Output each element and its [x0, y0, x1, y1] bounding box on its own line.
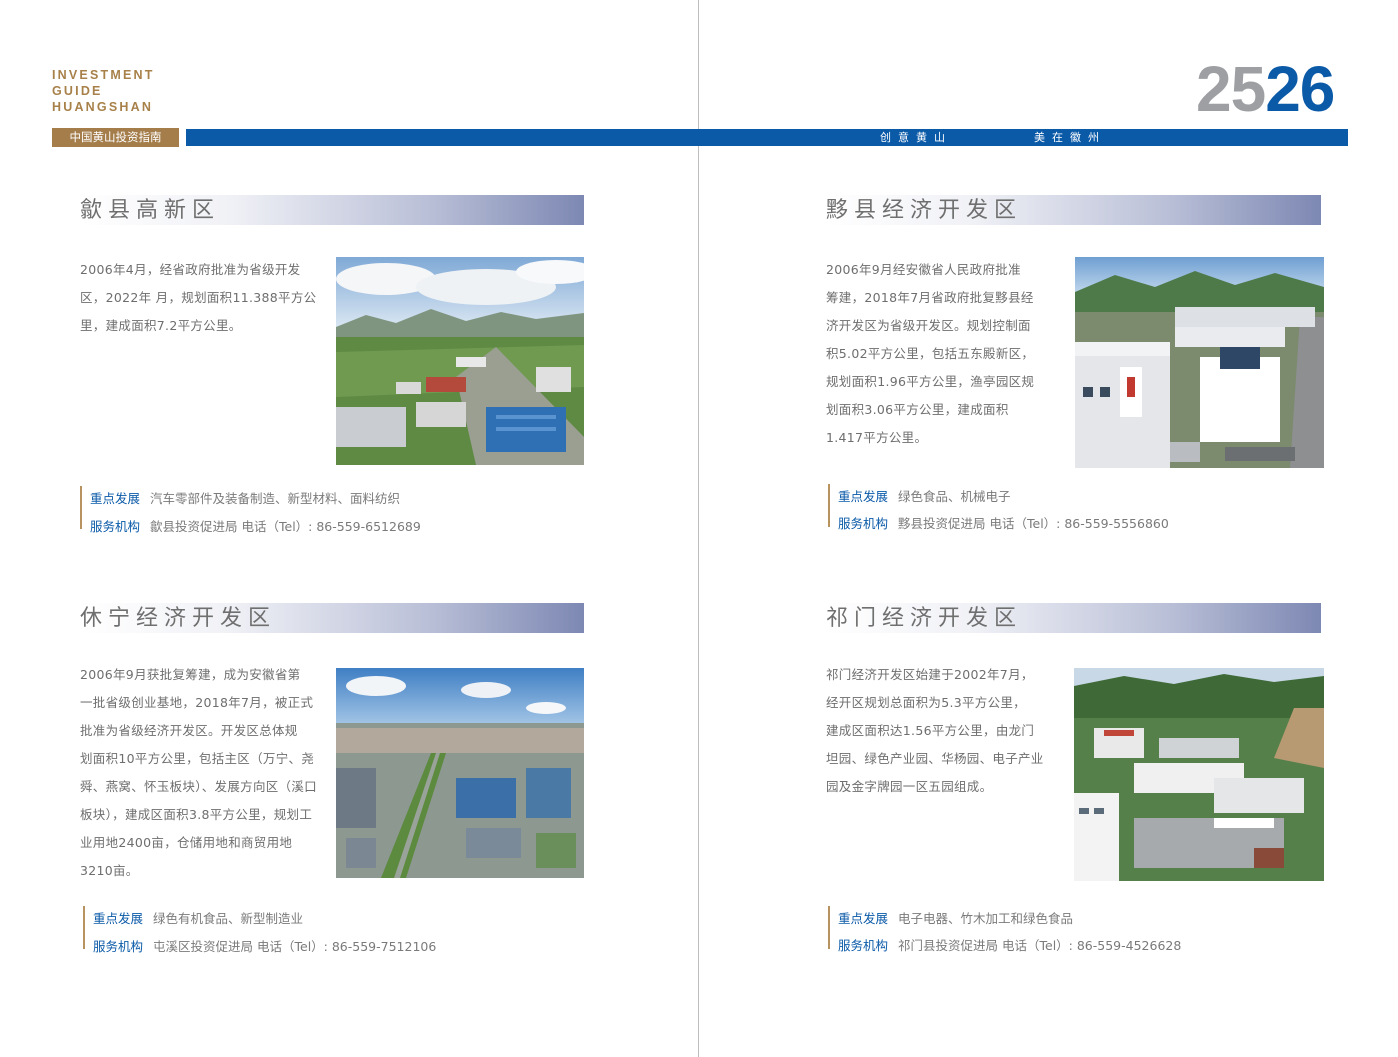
- focus-value: 绿色食品、机械电子: [898, 489, 1011, 504]
- desc-line: 划面积10平方公里，包括主区（万宁、尧: [80, 751, 315, 766]
- section-title-qimen: 祁门经济开发区: [826, 606, 1023, 631]
- desc-line: 一批省级创业基地，2018年7月，被正式: [80, 695, 314, 710]
- desc-line: 经开区规划总面积为5.3平方公里，: [826, 695, 1026, 710]
- service-label: 服务机构: [838, 516, 889, 531]
- focus-label: 重点发展: [93, 911, 144, 926]
- aerial-photo-xiuning-image: [336, 668, 584, 878]
- aerial-photo-shexian: [336, 257, 584, 465]
- section-title-shexian: 歙县高新区: [80, 198, 221, 223]
- section-title-yixian: 黟县经济开发区: [826, 198, 1023, 223]
- focus-label: 重点发展: [90, 491, 141, 506]
- desc-line: 2006年9月获批复筹建，成为安徽省第: [80, 667, 301, 682]
- focus-value: 绿色有机食品、新型制造业: [153, 911, 304, 926]
- focus-value: 电子电器、竹木加工和绿色食品: [898, 911, 1074, 926]
- page-numbers: 2526: [1196, 52, 1335, 126]
- brand-line-investment: INVESTMENT: [52, 68, 155, 82]
- aerial-photo-qimen-image: [1074, 668, 1324, 881]
- section-desc-shexian: 2006年4月，经省政府批准为省级开发 区，2022年 月，规划面积11.388…: [80, 256, 316, 340]
- desc-line: 划面积3.06平方公里，建成面积: [826, 402, 1009, 417]
- service-row-qimen: 服务机构 祁门县投资促进局 电话（Tel）: 86-559-4526628: [828, 932, 1181, 959]
- info-block-qimen: 重点发展 电子电器、竹木加工和绿色食品 服务机构 祁门县投资促进局 电话（Tel）:…: [828, 905, 1181, 959]
- focus-row-xiuning: 重点发展 绿色有机食品、新型制造业: [83, 905, 436, 933]
- desc-line: 区，2022年 月，规划面积11.388平方公: [80, 290, 317, 305]
- aerial-photo-qimen: [1074, 668, 1324, 881]
- service-row-shexian: 服务机构 歙县投资促进局 电话（Tel）: 86-559-6512689: [80, 513, 421, 541]
- brand-logo-text: INVESTMENT GUIDE HUANGSHAN: [52, 67, 155, 115]
- focus-label: 重点发展: [838, 489, 889, 504]
- focus-row-shexian: 重点发展 汽车零部件及装备制造、新型材料、面料纺织: [80, 485, 421, 513]
- header-bar: [186, 129, 1348, 146]
- section-desc-qimen: 祁门经济开发区始建于2002年7月， 经开区规划总面积为5.3平方公里， 建成区…: [826, 661, 1044, 801]
- desc-line: 1.417平方公里。: [826, 430, 928, 445]
- desc-line: 筹建，2018年7月省政府批复黟县经: [826, 290, 1034, 305]
- service-value: 黟县投资促进局 电话（Tel）: 86-559-5556860: [898, 516, 1169, 531]
- info-block-shexian: 重点发展 汽车零部件及装备制造、新型材料、面料纺织 服务机构 歙县投资促进局 电话（…: [80, 485, 421, 541]
- service-value: 祁门县投资促进局 电话（Tel）: 86-559-4526628: [898, 938, 1182, 953]
- desc-line: 3210亩。: [80, 863, 139, 878]
- service-row-yixian: 服务机构 黟县投资促进局 电话（Tel）: 86-559-5556860: [828, 510, 1169, 537]
- desc-line: 2006年9月经安徽省人民政府批准: [826, 262, 1021, 277]
- aerial-photo-xiuning: [336, 668, 584, 878]
- info-block-yixian: 重点发展 绿色食品、机械电子 服务机构 黟县投资促进局 电话（Tel）: 86-55…: [828, 483, 1169, 537]
- desc-line: 坦园、绿色产业园、华杨园、电子产业: [826, 751, 1044, 766]
- service-label: 服务机构: [838, 938, 889, 953]
- section-title-xiuning: 休宁经济开发区: [80, 606, 277, 631]
- section-desc-yixian: 2006年9月经安徽省人民政府批准 筹建，2018年7月省政府批复黟县经 济开发…: [826, 256, 1034, 452]
- desc-line: 建成区面积达1.56平方公里，由龙门: [826, 723, 1035, 738]
- info-block-xiuning: 重点发展 绿色有机食品、新型制造业 服务机构 屯溪区投资促进局 电话（Tel）: 8…: [83, 905, 436, 961]
- focus-row-qimen: 重点发展 电子电器、竹木加工和绿色食品: [828, 905, 1181, 932]
- desc-line: 园及金字牌园一区五园组成。: [826, 779, 993, 794]
- service-value: 歙县投资促进局 电话（Tel）: 86-559-6512689: [150, 519, 421, 534]
- aerial-photo-yixian-image: [1075, 257, 1324, 468]
- brand-line-guide: GUIDE: [52, 84, 103, 98]
- service-value: 屯溪区投资促进局 电话（Tel）: 86-559-7512106: [153, 939, 437, 954]
- service-label: 服务机构: [90, 519, 141, 534]
- service-row-xiuning: 服务机构 屯溪区投资促进局 电话（Tel）: 86-559-7512106: [83, 933, 436, 961]
- desc-line: 济开发区为省级开发区。规划控制面: [826, 318, 1031, 333]
- slogan-creative: 创意黄山: [880, 131, 952, 144]
- guide-label: 中国黄山投资指南: [52, 128, 179, 147]
- section-desc-xiuning: 2006年9月获批复筹建，成为安徽省第 一批省级创业基地，2018年7月，被正式…: [80, 661, 317, 885]
- focus-row-yixian: 重点发展 绿色食品、机械电子: [828, 483, 1169, 510]
- focus-value: 汽车零部件及装备制造、新型材料、面料纺织: [150, 491, 401, 506]
- focus-label: 重点发展: [838, 911, 889, 926]
- page-number-right: 26: [1265, 53, 1335, 125]
- desc-line: 批准为省级经济开发区。开发区总体规: [80, 723, 298, 738]
- service-label: 服务机构: [93, 939, 144, 954]
- desc-line: 规划面积1.96平方公里，渔亭园区规: [826, 374, 1035, 389]
- desc-line: 里，建成面积7.2平方公里。: [80, 318, 242, 333]
- slogan-beauty: 美在徽州: [1034, 131, 1106, 144]
- desc-line: 积5.02平方公里，包括五东殿新区，: [826, 346, 1035, 361]
- desc-line: 业用地2400亩，仓储用地和商贸用地: [80, 835, 293, 850]
- desc-line: 祁门经济开发区始建于2002年7月，: [826, 667, 1034, 682]
- desc-line: 2006年4月，经省政府批准为省级开发: [80, 262, 301, 277]
- desc-line: 板块），建成区面积3.8平方公里，规划工: [80, 807, 313, 822]
- brand-line-huangshan: HUANGSHAN: [52, 100, 154, 114]
- aerial-photo-shexian-image: [336, 257, 584, 465]
- page-number-left: 25: [1196, 53, 1266, 125]
- aerial-photo-yixian: [1075, 257, 1324, 468]
- desc-line: 舜、燕窝、怀玉板块）、发展方向区（溪口: [80, 779, 317, 794]
